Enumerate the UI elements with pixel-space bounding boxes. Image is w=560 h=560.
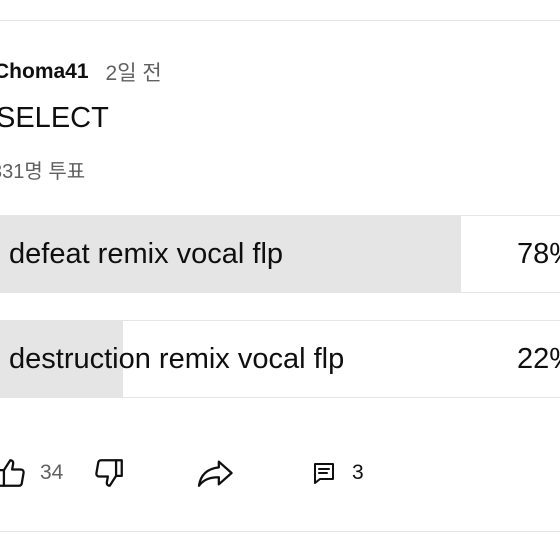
comment-icon <box>312 461 336 485</box>
like-count: 34 <box>40 461 64 484</box>
poll-option-label: defeat remix vocal flp <box>9 237 284 270</box>
comment-count: 3 <box>352 461 364 484</box>
vote-count: 331명 투표 <box>0 161 86 183</box>
poll-option-label: destruction remix vocal flp <box>9 342 345 375</box>
poll-option-percent: 78% <box>517 237 560 270</box>
post-header: Choma41 2일 전 <box>0 58 162 86</box>
top-divider <box>0 20 560 21</box>
poll-option-destruction[interactable]: destruction remix vocal flp 22% <box>0 320 560 398</box>
share-icon <box>196 456 236 490</box>
thumbs-up-icon <box>0 456 28 490</box>
action-bar: 34 3 <box>0 448 560 498</box>
comment-button[interactable]: 3 <box>312 448 364 498</box>
bottom-divider <box>0 531 560 532</box>
poll-option-percent: 22% <box>517 342 560 375</box>
share-button[interactable] <box>196 448 236 498</box>
post-title: SELECT <box>0 102 109 134</box>
post-time[interactable]: 2일 전 <box>106 57 162 87</box>
community-post: Choma41 2일 전 SELECT 331명 투표 defeat remix… <box>0 0 560 560</box>
like-button[interactable]: 34 <box>0 448 63 498</box>
author-name[interactable]: Choma41 <box>0 60 89 84</box>
dislike-button[interactable] <box>92 448 126 498</box>
poll-option-defeat[interactable]: defeat remix vocal flp 78% <box>0 215 560 293</box>
thumbs-down-icon <box>92 456 126 490</box>
